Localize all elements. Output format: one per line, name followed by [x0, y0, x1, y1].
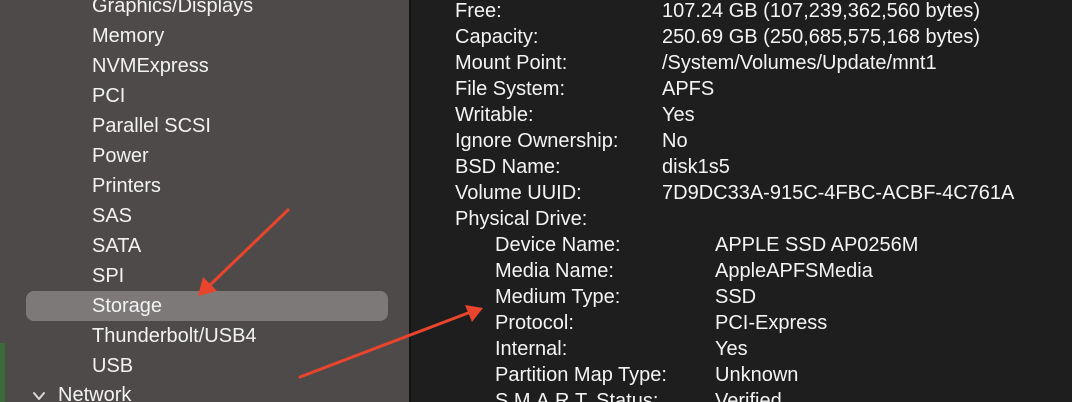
field-label: Volume UUID:: [455, 182, 582, 204]
field-label: Medium Type:: [495, 286, 621, 308]
detail-row-internal: Internal: Yes: [495, 336, 1072, 362]
detail-row-volume-uuid: Volume UUID: 7D9DC33A-915C-4FBC-ACBF-4C7…: [455, 180, 1072, 206]
detail-row-file-system: File System: APFS: [455, 76, 1072, 102]
sidebar-item-power[interactable]: Power: [92, 141, 149, 171]
field-value: PCI-Express: [715, 312, 828, 334]
field-label: Device Name:: [495, 234, 621, 256]
window-edge-accent: [0, 343, 5, 402]
detail-pane: Free: 107.24 GB (107,239,362,560 bytes) …: [411, 0, 1072, 402]
sidebar-item-usb[interactable]: USB: [92, 351, 133, 381]
field-label: Media Name:: [495, 260, 614, 282]
chevron-down-icon[interactable]: [32, 389, 46, 402]
detail-row-writable: Writable: Yes: [455, 102, 1072, 128]
field-label: Mount Point:: [455, 52, 568, 74]
sidebar-item-nvmexpress[interactable]: NVMExpress: [92, 51, 209, 81]
field-value: Yes: [662, 104, 695, 126]
detail-row-partition-map-type: Partition Map Type: Unknown: [495, 362, 1072, 388]
field-value: SSD: [715, 286, 757, 308]
detail-row-ignore-ownership: Ignore Ownership: No: [455, 128, 1072, 154]
detail-row-media-name: Media Name: AppleAPFSMedia: [495, 258, 1072, 284]
field-value: /System/Volumes/Update/mnt1: [662, 52, 937, 74]
sidebar-item-graphics-displays[interactable]: Graphics/Displays: [92, 0, 253, 21]
field-label: Free:: [455, 0, 502, 22]
field-label: Internal:: [495, 338, 568, 360]
field-value: No: [662, 130, 688, 152]
system-information-window: Graphics/Displays Memory NVMExpress PCI …: [0, 0, 1072, 402]
detail-row-bsd-name: BSD Name: disk1s5: [455, 154, 1072, 180]
field-value: AppleAPFSMedia: [715, 260, 873, 282]
detail-row-smart-status: S.M.A.R.T. Status: Verified: [495, 388, 1072, 402]
sidebar-item-storage[interactable]: Storage: [26, 291, 388, 321]
field-label: Protocol:: [495, 312, 574, 334]
sidebar-item-pci[interactable]: PCI: [92, 81, 125, 111]
field-label: Partition Map Type:: [495, 364, 667, 386]
detail-row-physical-drive: Physical Drive:: [455, 206, 1072, 232]
sidebar-item-sas[interactable]: SAS: [92, 201, 132, 231]
sidebar-group-label: Network: [58, 384, 132, 402]
field-value: APFS: [662, 78, 715, 100]
detail-row-mount-point: Mount Point: /System/Volumes/Update/mnt1: [455, 50, 1072, 76]
field-label: Writable:: [455, 104, 534, 126]
field-label: Physical Drive:: [455, 208, 588, 230]
field-value: 250.69 GB (250,685,575,168 bytes): [662, 26, 981, 48]
field-label: Capacity:: [455, 26, 539, 48]
detail-row-medium-type: Medium Type: SSD: [495, 284, 1072, 310]
field-value: APPLE SSD AP0256M: [715, 234, 919, 256]
sidebar-item-spi[interactable]: SPI: [92, 261, 124, 291]
sidebar: Graphics/Displays Memory NVMExpress PCI …: [0, 0, 409, 402]
field-label: BSD Name:: [455, 156, 561, 178]
field-label: File System:: [455, 78, 566, 100]
sidebar-item-memory[interactable]: Memory: [92, 21, 164, 51]
sidebar-item-thunderbolt-usb4[interactable]: Thunderbolt/USB4: [92, 321, 257, 351]
field-value: 107.24 GB (107,239,362,560 bytes): [662, 0, 981, 22]
field-value: disk1s5: [662, 156, 730, 178]
sidebar-group-network[interactable]: Network: [32, 380, 131, 402]
field-value: 7D9DC33A-915C-4FBC-ACBF-4C761A: [662, 182, 1015, 204]
detail-row-free: Free: 107.24 GB (107,239,362,560 bytes): [455, 0, 1072, 24]
field-value: Verified: [715, 390, 782, 402]
detail-row-protocol: Protocol: PCI-Express: [495, 310, 1072, 336]
sidebar-item-sata[interactable]: SATA: [92, 231, 141, 261]
sidebar-item-parallel-scsi[interactable]: Parallel SCSI: [92, 111, 211, 141]
field-value: Unknown: [715, 364, 799, 386]
detail-row-device-name: Device Name: APPLE SSD AP0256M: [495, 232, 1072, 258]
field-value: Yes: [715, 338, 748, 360]
sidebar-item-printers[interactable]: Printers: [92, 171, 161, 201]
detail-row-capacity: Capacity: 250.69 GB (250,685,575,168 byt…: [455, 24, 1072, 50]
field-label: Ignore Ownership:: [455, 130, 619, 152]
field-label: S.M.A.R.T. Status:: [495, 390, 659, 402]
